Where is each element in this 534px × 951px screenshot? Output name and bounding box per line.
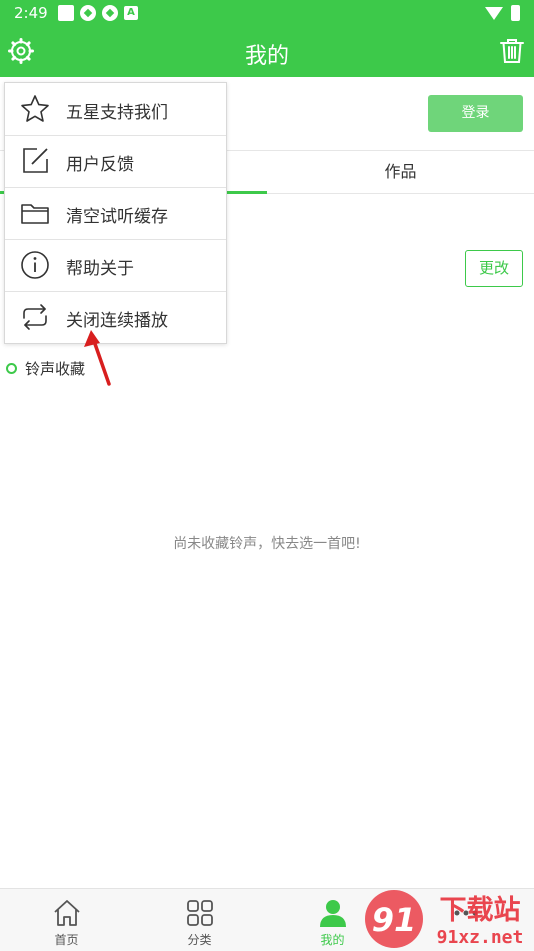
menu-item-label: 用户反馈 — [66, 155, 134, 175]
trash-icon[interactable] — [498, 37, 526, 65]
bullet-icon — [6, 363, 17, 374]
menu-item-label: 关闭连续播放 — [66, 311, 168, 331]
login-button[interactable]: 登录 — [428, 95, 523, 132]
notification-app-icon — [102, 5, 118, 21]
menu-item-continuous-play[interactable]: 关闭连续播放 — [5, 291, 226, 343]
notification-app-icon — [80, 5, 96, 21]
nav-label: 分类 — [187, 933, 212, 947]
svg-text:91: 91 — [372, 901, 417, 939]
repeat-icon — [23, 304, 47, 330]
nav-home[interactable]: 首页 — [0, 889, 133, 951]
status-bar: 2:49 A — [0, 0, 534, 26]
favorites-title: 铃声收藏 — [25, 360, 86, 378]
tab-works[interactable]: 作品 — [267, 151, 534, 193]
battery-icon — [511, 5, 520, 21]
menu-item-label: 五星支持我们 — [66, 103, 168, 123]
svg-text:下载站: 下载站 — [440, 895, 521, 926]
empty-state-message: 尚未收藏铃声，快去选一首吧! — [173, 536, 361, 552]
svg-text:91xz.net: 91xz.net — [437, 927, 524, 948]
edit-icon — [23, 148, 48, 173]
wifi-icon — [485, 6, 503, 20]
grid-icon — [186, 900, 213, 926]
star-icon — [21, 95, 49, 122]
settings-menu: 五星支持我们 用户反馈 清空试听缓存 帮助关于 关闭连续播放 — [4, 82, 227, 344]
info-icon — [21, 251, 49, 279]
notification-a-icon: A — [124, 6, 138, 20]
nav-label: 首页 — [54, 933, 79, 947]
nav-category[interactable]: 分类 — [133, 889, 266, 951]
notification-icons: A — [58, 5, 138, 21]
menu-item-rate[interactable]: 五星支持我们 — [5, 83, 226, 136]
home-icon — [53, 900, 80, 926]
system-icons — [485, 5, 520, 21]
menu-item-help[interactable]: 帮助关于 — [5, 239, 226, 292]
watermark-logo: 91 下载站 91xz.net — [365, 890, 524, 948]
notification-square-icon — [58, 5, 74, 21]
menu-item-label: 清空试听缓存 — [66, 207, 168, 227]
page-title: 我的 — [244, 44, 289, 69]
status-time: 2:49 — [14, 4, 48, 22]
favorites-header: 铃声收藏 — [6, 358, 85, 379]
folder-icon — [21, 204, 49, 224]
menu-item-feedback[interactable]: 用户反馈 — [5, 135, 226, 188]
app-bar: 我的 — [0, 26, 534, 77]
person-icon — [319, 900, 346, 927]
change-button[interactable]: 更改 — [465, 250, 523, 287]
menu-item-clear-cache[interactable]: 清空试听缓存 — [5, 187, 226, 240]
menu-item-label: 帮助关于 — [66, 259, 134, 279]
